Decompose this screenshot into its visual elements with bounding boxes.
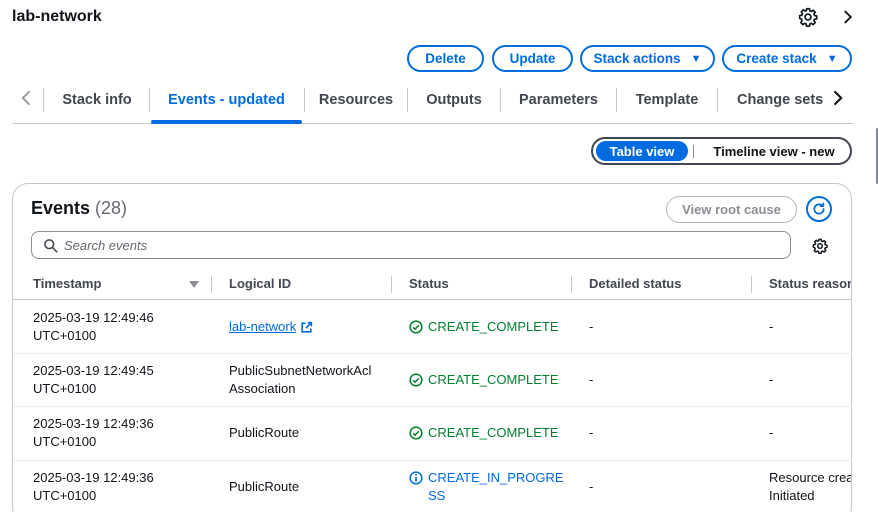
status-reason-cell: - [769,425,774,440]
gear-icon[interactable] [798,7,818,27]
timestamp-cell: 2025-03-19 12:49:36 UTC+0100 [33,469,193,505]
column-divider[interactable] [751,276,752,293]
toggle-divider [693,145,694,158]
table-view-option[interactable]: Table view [596,141,688,161]
timeline-view-option[interactable]: Timeline view - new [702,141,846,161]
tab-template[interactable]: Template [618,78,716,122]
status-reason-cell: - [769,372,774,387]
sort-down-icon[interactable] [189,281,199,288]
tab-resources[interactable]: Resources [306,78,406,122]
logical-id-cell: lab-network [229,318,389,336]
tab-change-sets[interactable]: Change sets [719,78,824,122]
column-divider[interactable] [391,276,392,293]
status-text: CREATE_COMPLETE [428,372,559,387]
timestamp-zone: UTC+0100 [33,434,97,449]
delete-button[interactable]: Delete [407,45,484,72]
column-header-detailed-status[interactable]: Detailed status [589,276,681,291]
status-cell: CREATE_COMPLETE [409,318,569,336]
check-circle-icon [409,426,423,440]
view-root-cause-button[interactable]: View root cause [666,196,797,223]
column-header-timestamp[interactable]: Timestamp [33,276,101,291]
info-circle-icon [409,471,423,485]
logical-id-text: lab-network [229,319,297,334]
tab-divider [304,88,305,112]
row-divider [13,353,852,354]
logical-id-cell: PublicRoute [229,425,300,440]
timestamp-zone: UTC+0100 [33,488,97,503]
row-divider [13,406,852,407]
logical-id-link[interactable]: lab-network [229,318,389,336]
tab-divider [717,88,718,112]
chevron-right-icon[interactable] [838,8,856,26]
tab-bar: Stack info Events - updated Resources Ou… [12,78,853,124]
status-text: CREATE_IN_PROGRESS [428,470,564,503]
tab-parameters[interactable]: Parameters [502,78,615,122]
check-circle-icon [409,373,423,387]
chevron-left-icon[interactable] [17,88,37,108]
detailed-status-cell: - [589,372,594,387]
table-settings-icon[interactable] [812,238,828,254]
status-reason-line: Resource creat [769,470,851,485]
tab-outputs[interactable]: Outputs [409,78,499,122]
detailed-status-cell: - [589,319,594,334]
stack-actions-button[interactable]: Stack actions ▼ [580,45,715,72]
timestamp-cell: 2025-03-19 12:49:36 UTC+0100 [33,415,193,451]
tab-divider [616,88,617,112]
create-stack-label: Create stack [736,51,817,66]
timestamp-date: 2025-03-19 12:49:36 [33,416,154,431]
column-divider[interactable] [571,276,572,293]
stack-actions-label: Stack actions [593,51,681,66]
timestamp-zone: UTC+0100 [33,381,97,396]
status-text: CREATE_COMPLETE [428,425,559,440]
tab-divider [149,88,150,112]
create-stack-button[interactable]: Create stack ▼ [722,45,852,72]
search-icon [44,239,58,253]
tab-divider [500,88,501,112]
status-text: CREATE_COMPLETE [428,319,559,334]
refresh-button[interactable] [806,196,832,222]
status-reason-line: Initiated [769,488,815,503]
tab-stack-info[interactable]: Stack info [45,78,149,122]
column-header-logical-id[interactable]: Logical ID [229,276,291,291]
status-reason-cell: - [769,319,774,334]
status-reason-cell: Resource creat Initiated [769,469,851,505]
tab-divider [407,88,408,112]
status-cell: CREATE_COMPLETE [409,371,569,389]
logical-id-cell: PublicSubnetNetworkAcl Association [229,363,372,396]
header-divider [13,299,852,300]
chevron-right-icon[interactable] [827,88,847,108]
column-header-status-reason[interactable]: Status reason [769,276,851,291]
update-button[interactable]: Update [492,45,573,72]
caret-down-icon: ▼ [826,52,838,65]
events-count: (28) [95,198,128,218]
view-toggle: Table view Timeline view - new [591,137,852,165]
events-title: Events [31,198,91,218]
logical-id-cell: PublicRoute [229,479,300,494]
status-cell: CREATE_IN_PROGRESS [409,469,569,505]
timestamp-date: 2025-03-19 12:49:36 [33,470,154,485]
check-circle-icon [409,320,423,334]
status-cell: CREATE_COMPLETE [409,424,569,442]
timestamp-cell: 2025-03-19 12:49:45 UTC+0100 [33,362,193,398]
delete-button-label: Delete [425,51,466,66]
timestamp-cell: 2025-03-19 12:49:46 UTC+0100 [33,309,193,345]
column-divider[interactable] [211,276,212,293]
external-link-icon [301,321,313,333]
tab-divider [43,88,44,112]
timestamp-zone: UTC+0100 [33,328,97,343]
row-divider [13,460,852,461]
search-box [31,231,791,259]
caret-down-icon: ▼ [690,52,702,65]
column-header-status[interactable]: Status [409,276,449,291]
search-input[interactable] [64,236,764,254]
page-title: lab-network [12,8,102,25]
detailed-status-cell: - [589,479,594,494]
tab-events[interactable]: Events - updated [151,78,302,124]
timestamp-date: 2025-03-19 12:49:46 [33,310,154,325]
events-heading: Events (28) [31,198,127,219]
detailed-status-cell: - [589,425,594,440]
refresh-icon [813,202,825,215]
timestamp-date: 2025-03-19 12:49:45 [33,363,154,378]
update-button-label: Update [509,51,556,66]
